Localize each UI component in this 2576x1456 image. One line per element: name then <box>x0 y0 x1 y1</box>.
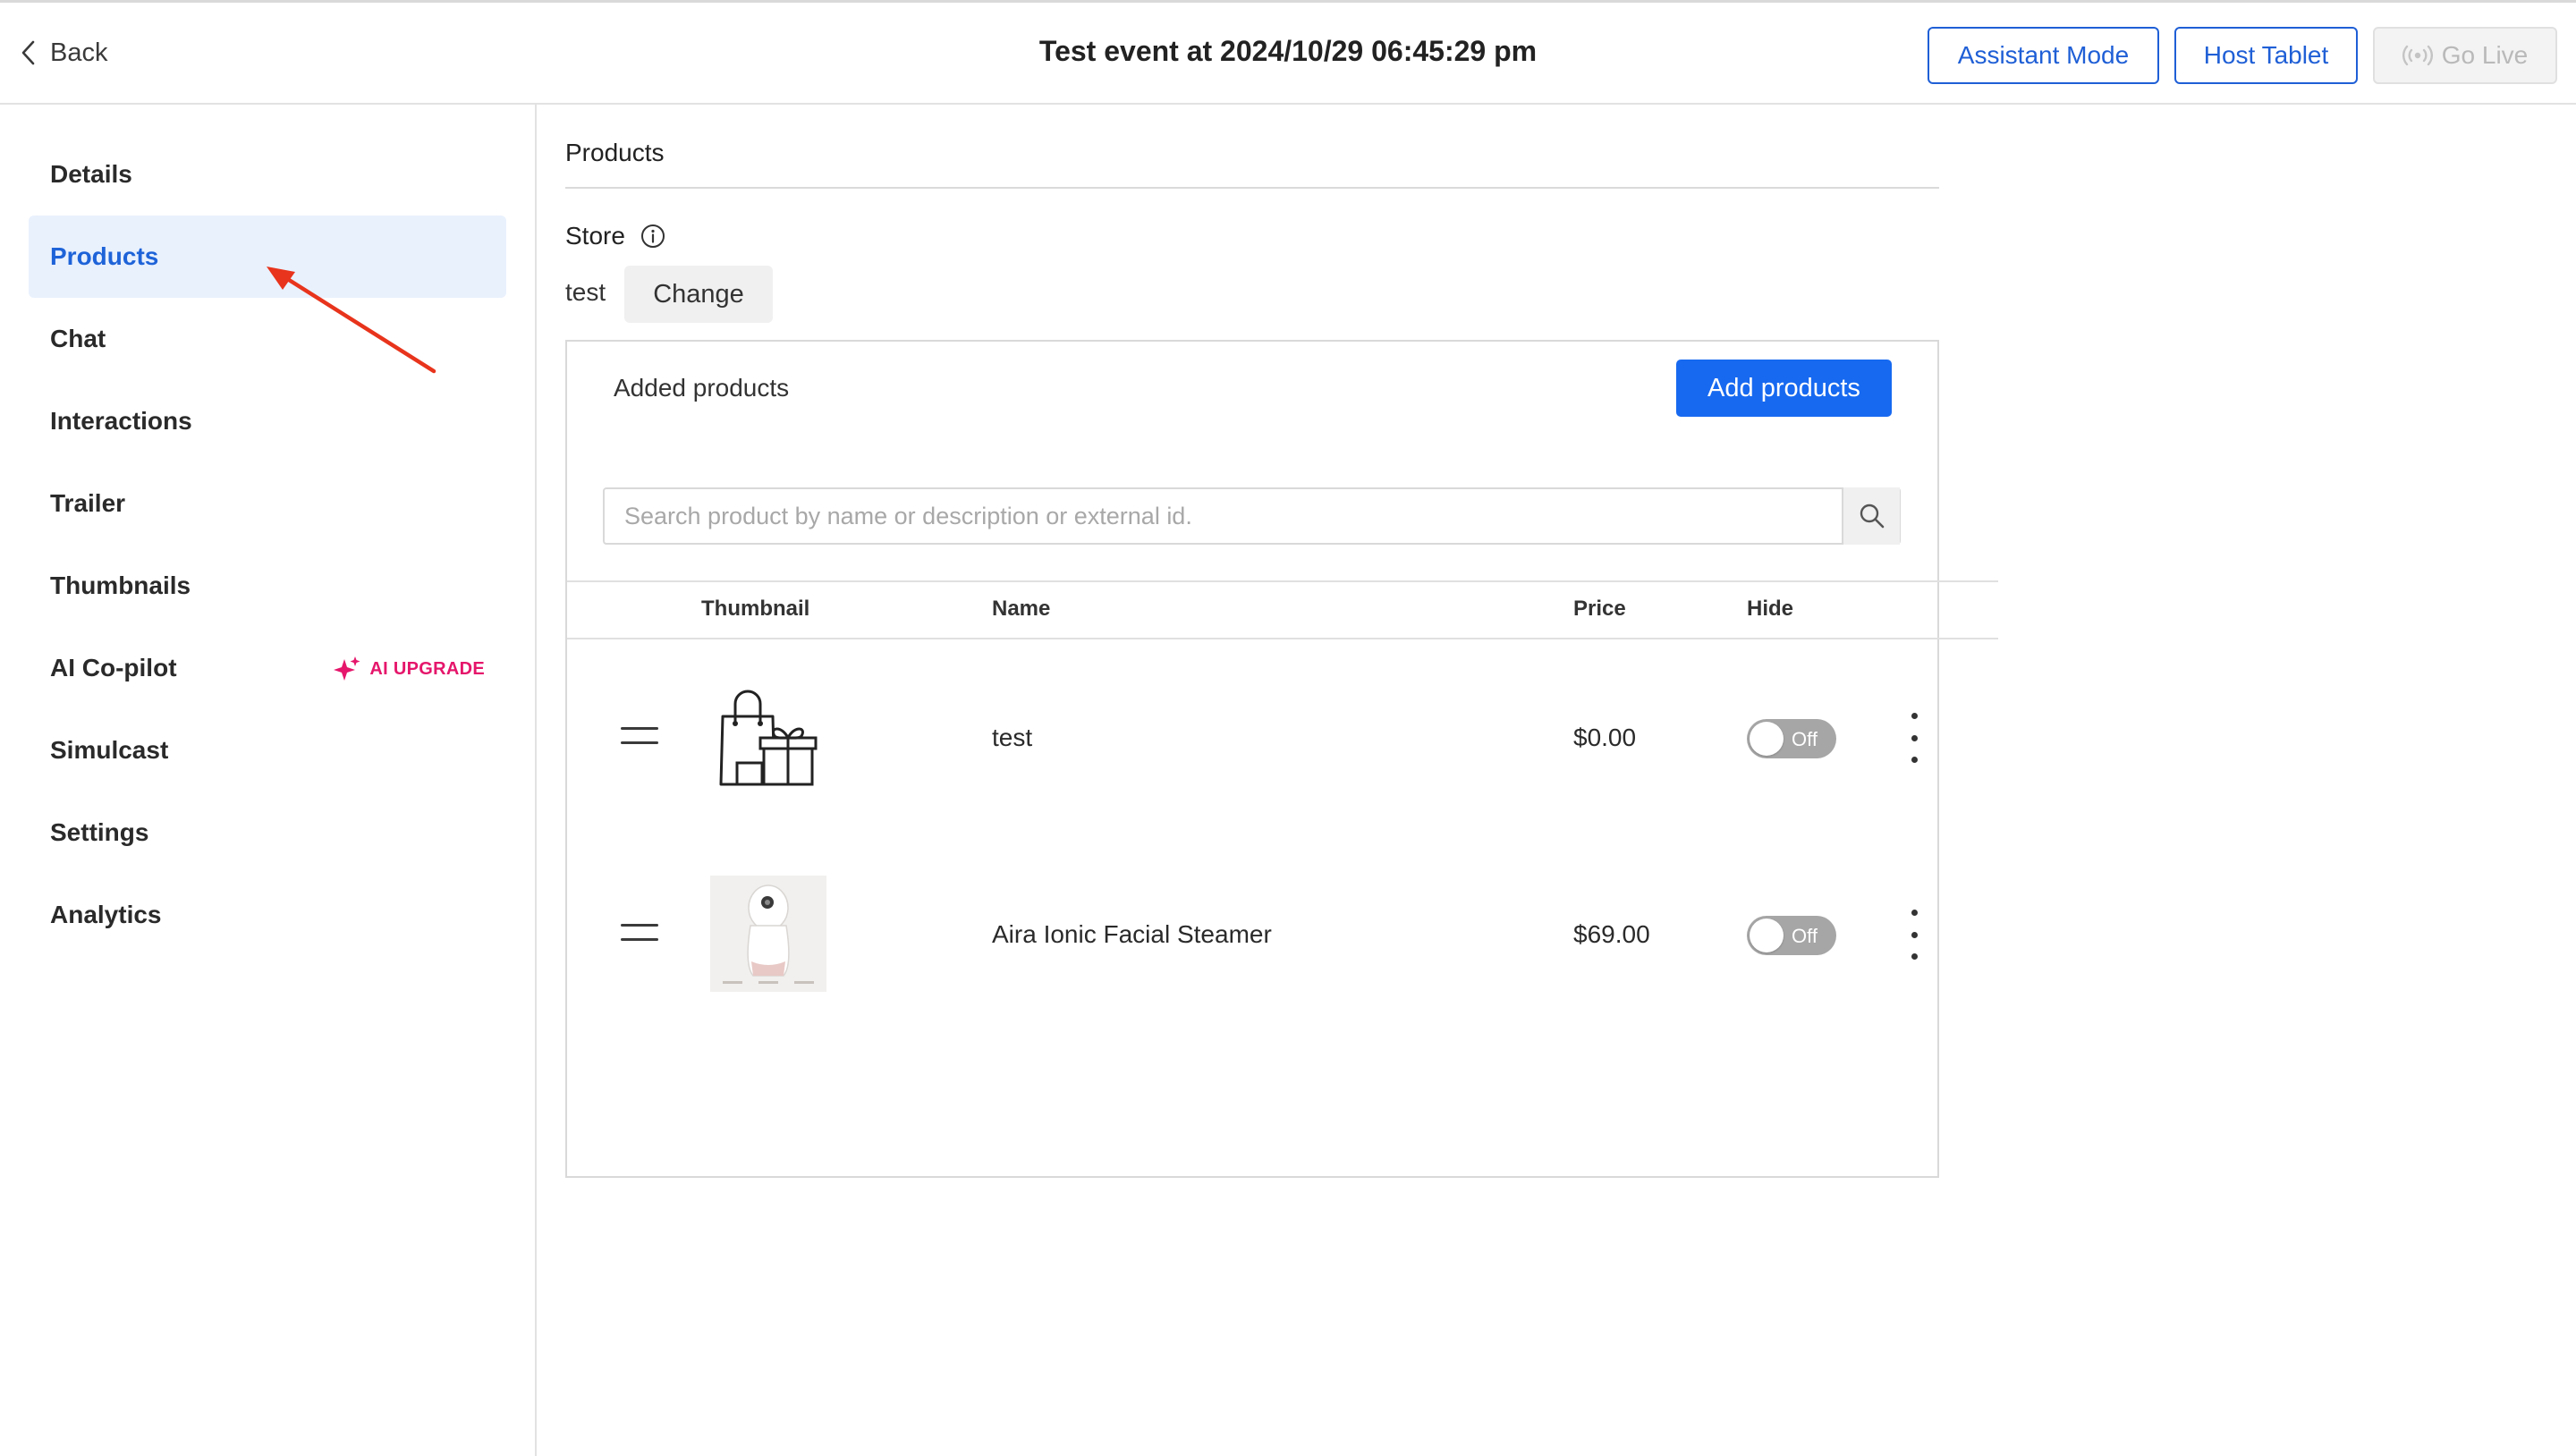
sidebar-item-trailer[interactable]: Trailer <box>29 462 506 545</box>
column-header-name: Name <box>992 597 1051 621</box>
sidebar-item-chat[interactable]: Chat <box>29 298 506 380</box>
sidebar-item-label: Interactions <box>50 407 192 435</box>
ai-upgrade-badge[interactable]: AI UPGRADE <box>332 656 485 682</box>
sidebar-item-settings[interactable]: Settings <box>29 791 506 874</box>
column-header-price: Price <box>1573 597 1626 621</box>
sidebar-item-label: Thumbnails <box>50 571 191 599</box>
broadcast-icon <box>2402 45 2433 66</box>
hide-toggle[interactable]: Off <box>1747 719 1836 758</box>
sidebar-item-label: Chat <box>50 325 106 352</box>
store-label: Store <box>565 222 666 250</box>
go-live-button[interactable]: Go Live <box>2373 27 2557 84</box>
table-row: Aira Ionic Facial Steamer $69.00 Off <box>567 836 1939 1033</box>
more-options-icon[interactable] <box>1903 713 1925 763</box>
section-divider <box>565 187 1939 189</box>
sidebar-item-label: Trailer <box>50 489 126 517</box>
toggle-knob <box>1750 918 1784 952</box>
more-options-icon[interactable] <box>1903 910 1925 960</box>
product-price: $69.00 <box>1573 920 1650 948</box>
column-header-hide: Hide <box>1747 597 1794 621</box>
drag-handle-icon[interactable] <box>621 924 658 947</box>
search-icon <box>1860 504 1884 529</box>
sidebar-item-label: Settings <box>50 818 149 846</box>
search-button[interactable] <box>1842 487 1900 545</box>
sidebar-item-interactions[interactable]: Interactions <box>29 380 506 462</box>
sidebar: Details Products Chat Interactions Trail… <box>0 105 537 1456</box>
product-name: Aira Ionic Facial Steamer <box>992 920 1272 948</box>
top-bar: Back Test event at 2024/10/29 06:45:29 p… <box>0 0 2576 105</box>
host-tablet-button[interactable]: Host Tablet <box>2174 27 2358 84</box>
sidebar-item-label: Analytics <box>50 901 162 928</box>
sidebar-item-thumbnails[interactable]: Thumbnails <box>29 545 506 627</box>
add-products-button[interactable]: Add products <box>1676 360 1892 417</box>
toggle-knob <box>1750 722 1784 756</box>
ai-upgrade-label: AI UPGRADE <box>369 658 485 679</box>
shopping-bag-gift-icon <box>719 690 818 786</box>
product-search <box>603 487 1901 545</box>
info-icon[interactable] <box>640 223 666 250</box>
assistant-mode-button[interactable]: Assistant Mode <box>1928 27 2159 84</box>
column-header-thumbnail: Thumbnail <box>701 597 810 621</box>
store-label-text: Store <box>565 222 625 250</box>
search-input[interactable] <box>605 489 1899 543</box>
go-live-label: Go Live <box>2441 41 2529 69</box>
sidebar-item-ai-copilot[interactable]: AI Co-pilot AI UPGRADE <box>29 627 506 709</box>
table-row: test $0.00 Off <box>567 639 1939 836</box>
sidebar-item-details[interactable]: Details <box>29 133 506 216</box>
sidebar-item-label: Simulcast <box>50 736 169 764</box>
sparkle-icon <box>334 656 360 681</box>
sidebar-item-label: Products <box>50 242 159 270</box>
table-header-top-border <box>567 580 1998 582</box>
added-products-label: Added products <box>614 374 790 402</box>
section-title: Products <box>565 139 665 166</box>
toggle-label: Off <box>1792 728 1818 750</box>
facial-steamer-image <box>710 876 826 992</box>
product-price: $0.00 <box>1573 724 1637 751</box>
sidebar-item-simulcast[interactable]: Simulcast <box>29 709 506 791</box>
store-name: test <box>565 278 606 306</box>
product-name: test <box>992 724 1033 751</box>
change-store-button[interactable]: Change <box>624 266 773 323</box>
toggle-label: Off <box>1792 925 1818 947</box>
sidebar-item-label: AI Co-pilot <box>50 654 177 681</box>
hide-toggle[interactable]: Off <box>1747 916 1836 955</box>
sidebar-item-products[interactable]: Products <box>29 216 506 298</box>
sidebar-item-label: Details <box>50 160 132 188</box>
drag-handle-icon[interactable] <box>621 727 658 750</box>
sidebar-item-analytics[interactable]: Analytics <box>29 874 506 956</box>
